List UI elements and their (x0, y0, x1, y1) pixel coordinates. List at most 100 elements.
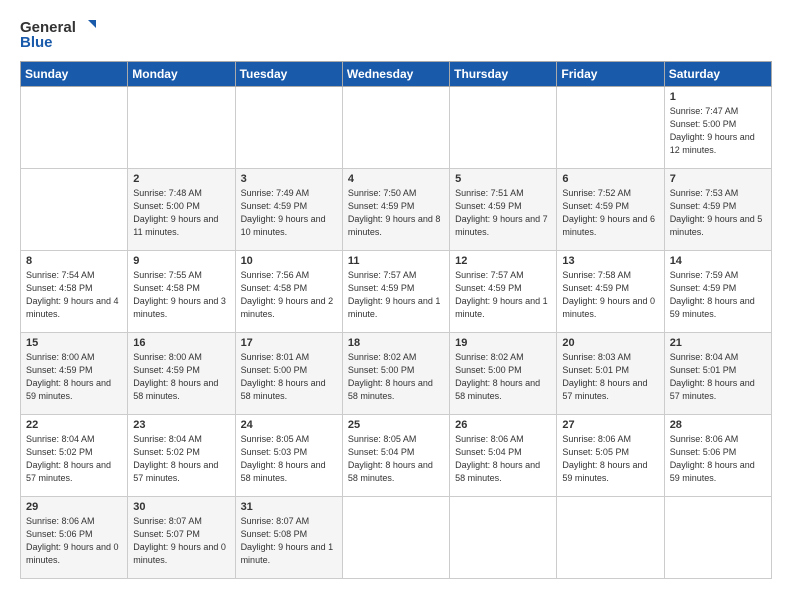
day-number: 13 (562, 255, 658, 267)
day-info: Sunrise: 7:50 AMSunset: 4:59 PMDaylight:… (348, 187, 444, 239)
day-info: Sunrise: 8:02 AMSunset: 5:00 PMDaylight:… (348, 351, 444, 403)
day-info: Sunrise: 7:47 AMSunset: 5:00 PMDaylight:… (670, 105, 766, 157)
logo-bird-icon (78, 18, 96, 36)
day-info: Sunrise: 8:06 AMSunset: 5:04 PMDaylight:… (455, 433, 551, 485)
day-info: Sunrise: 7:57 AMSunset: 4:59 PMDaylight:… (348, 269, 444, 321)
calendar-day-1: 1Sunrise: 7:47 AMSunset: 5:00 PMDaylight… (664, 87, 771, 169)
col-header-wednesday: Wednesday (342, 62, 449, 87)
empty-cell (235, 87, 342, 169)
day-info: Sunrise: 7:59 AMSunset: 4:59 PMDaylight:… (670, 269, 766, 321)
day-number: 18 (348, 337, 444, 349)
calendar-day-14: 14 Sunrise: 7:59 AMSunset: 4:59 PMDayligh… (664, 251, 771, 333)
day-number: 9 (133, 255, 229, 267)
day-info: Sunrise: 8:02 AMSunset: 5:00 PMDaylight:… (455, 351, 551, 403)
day-number: 6 (562, 173, 658, 185)
calendar-header-row: SundayMondayTuesdayWednesdayThursdayFrid… (21, 62, 772, 87)
calendar-week-1: 1Sunrise: 7:47 AMSunset: 5:00 PMDaylight… (21, 87, 772, 169)
day-info: Sunrise: 8:06 AMSunset: 5:05 PMDaylight:… (562, 433, 658, 485)
day-number: 22 (26, 419, 122, 431)
calendar-day-30: 30Sunrise: 8:07 AMSunset: 5:07 PMDayligh… (128, 497, 235, 579)
day-number: 26 (455, 419, 551, 431)
col-header-thursday: Thursday (450, 62, 557, 87)
calendar-week-6: 29 Sunrise: 8:06 AMSunset: 5:06 PMDayligh… (21, 497, 772, 579)
col-header-sunday: Sunday (21, 62, 128, 87)
calendar-day-3: 3Sunrise: 7:49 AMSunset: 4:59 PMDaylight… (235, 169, 342, 251)
day-number: 29 (26, 501, 122, 513)
empty-cell (557, 497, 664, 579)
calendar-day-22: 22Sunrise: 8:04 AMSunset: 5:02 PMDayligh… (21, 415, 128, 497)
empty-cell (342, 87, 449, 169)
calendar-day-13: 13Sunrise: 7:58 AMSunset: 4:59 PMDayligh… (557, 251, 664, 333)
day-number: 28 (670, 419, 766, 431)
calendar-day-9: 9 Sunrise: 7:55 AMSunset: 4:58 PMDaylight… (128, 251, 235, 333)
empty-cell (128, 87, 235, 169)
calendar-week-2: 2 Sunrise: 7:48 AMSunset: 5:00 PMDaylight… (21, 169, 772, 251)
day-info: Sunrise: 8:05 AMSunset: 5:04 PMDaylight:… (348, 433, 444, 485)
day-info: Sunrise: 8:03 AMSunset: 5:01 PMDaylight:… (562, 351, 658, 403)
day-number: 10 (241, 255, 337, 267)
col-header-monday: Monday (128, 62, 235, 87)
logo-blue: Blue (20, 34, 53, 51)
day-number: 7 (670, 173, 766, 185)
col-header-friday: Friday (557, 62, 664, 87)
day-info: Sunrise: 7:54 AMSunset: 4:58 PMDaylight:… (26, 269, 122, 321)
day-info: Sunrise: 7:51 AMSunset: 4:59 PMDaylight:… (455, 187, 551, 239)
col-header-saturday: Saturday (664, 62, 771, 87)
day-info: Sunrise: 7:53 AMSunset: 4:59 PMDaylight:… (670, 187, 766, 239)
calendar-day-24: 24Sunrise: 8:05 AMSunset: 5:03 PMDayligh… (235, 415, 342, 497)
calendar-day-8: 8Sunrise: 7:54 AMSunset: 4:58 PMDaylight… (21, 251, 128, 333)
day-info: Sunrise: 7:57 AMSunset: 4:59 PMDaylight:… (455, 269, 551, 321)
day-number: 31 (241, 501, 337, 513)
calendar-day-26: 26 Sunrise: 8:06 AMSunset: 5:04 PMDayligh… (450, 415, 557, 497)
day-number: 23 (133, 419, 229, 431)
calendar-day-15: 15 Sunrise: 8:00 AMSunset: 4:59 PMDayligh… (21, 333, 128, 415)
day-info: Sunrise: 7:55 AMSunset: 4:58 PMDaylight:… (133, 269, 229, 321)
page: General Blue SundayMondayTuesdayWednesda… (0, 0, 792, 612)
calendar-day-5: 5Sunrise: 7:51 AMSunset: 4:59 PMDaylight… (450, 169, 557, 251)
empty-cell (664, 497, 771, 579)
day-number: 4 (348, 173, 444, 185)
day-info: Sunrise: 8:06 AMSunset: 5:06 PMDaylight:… (26, 515, 122, 567)
day-info: Sunrise: 8:04 AMSunset: 5:01 PMDaylight:… (670, 351, 766, 403)
calendar-day-21: 21 Sunrise: 8:04 AMSunset: 5:01 PMDayligh… (664, 333, 771, 415)
calendar-day-7: 7 Sunrise: 7:53 AMSunset: 4:59 PMDaylight… (664, 169, 771, 251)
day-number: 21 (670, 337, 766, 349)
day-number: 15 (26, 337, 122, 349)
day-info: Sunrise: 8:01 AMSunset: 5:00 PMDaylight:… (241, 351, 337, 403)
day-number: 30 (133, 501, 229, 513)
day-info: Sunrise: 8:00 AMSunset: 4:59 PMDaylight:… (26, 351, 122, 403)
calendar-day-11: 11Sunrise: 7:57 AMSunset: 4:59 PMDayligh… (342, 251, 449, 333)
calendar-day-12: 12Sunrise: 7:57 AMSunset: 4:59 PMDayligh… (450, 251, 557, 333)
calendar-day-27: 27 Sunrise: 8:06 AMSunset: 5:05 PMDayligh… (557, 415, 664, 497)
calendar-day-25: 25Sunrise: 8:05 AMSunset: 5:04 PMDayligh… (342, 415, 449, 497)
calendar-day-16: 16 Sunrise: 8:00 AMSunset: 4:59 PMDayligh… (128, 333, 235, 415)
calendar-day-2: 2 Sunrise: 7:48 AMSunset: 5:00 PMDaylight… (128, 169, 235, 251)
day-info: Sunrise: 7:49 AMSunset: 4:59 PMDaylight:… (241, 187, 337, 239)
day-info: Sunrise: 8:04 AMSunset: 5:02 PMDaylight:… (133, 433, 229, 485)
empty-cell (557, 87, 664, 169)
empty-cell (21, 87, 128, 169)
day-info: Sunrise: 8:07 AMSunset: 5:08 PMDaylight:… (241, 515, 337, 567)
day-info: Sunrise: 7:48 AMSunset: 5:00 PMDaylight:… (133, 187, 229, 239)
calendar-day-29: 29 Sunrise: 8:06 AMSunset: 5:06 PMDayligh… (21, 497, 128, 579)
empty-cell (450, 497, 557, 579)
header: General Blue (20, 18, 772, 51)
day-info: Sunrise: 8:06 AMSunset: 5:06 PMDaylight:… (670, 433, 766, 485)
day-number: 2 (133, 173, 229, 185)
calendar-day-19: 19Sunrise: 8:02 AMSunset: 5:00 PMDayligh… (450, 333, 557, 415)
calendar-day-31: 31 Sunrise: 8:07 AMSunset: 5:08 PMDayligh… (235, 497, 342, 579)
day-info: Sunrise: 8:05 AMSunset: 5:03 PMDaylight:… (241, 433, 337, 485)
day-number: 14 (670, 255, 766, 267)
calendar-day-23: 23 Sunrise: 8:04 AMSunset: 5:02 PMDayligh… (128, 415, 235, 497)
day-info: Sunrise: 7:52 AMSunset: 4:59 PMDaylight:… (562, 187, 658, 239)
calendar: SundayMondayTuesdayWednesdayThursdayFrid… (20, 61, 772, 579)
day-info: Sunrise: 8:00 AMSunset: 4:59 PMDaylight:… (133, 351, 229, 403)
calendar-day-18: 18 Sunrise: 8:02 AMSunset: 5:00 PMDayligh… (342, 333, 449, 415)
calendar-week-4: 15 Sunrise: 8:00 AMSunset: 4:59 PMDayligh… (21, 333, 772, 415)
logo-container: General Blue (20, 18, 96, 51)
empty-cell (450, 87, 557, 169)
day-number: 16 (133, 337, 229, 349)
empty-cell (342, 497, 449, 579)
day-number: 27 (562, 419, 658, 431)
col-header-tuesday: Tuesday (235, 62, 342, 87)
